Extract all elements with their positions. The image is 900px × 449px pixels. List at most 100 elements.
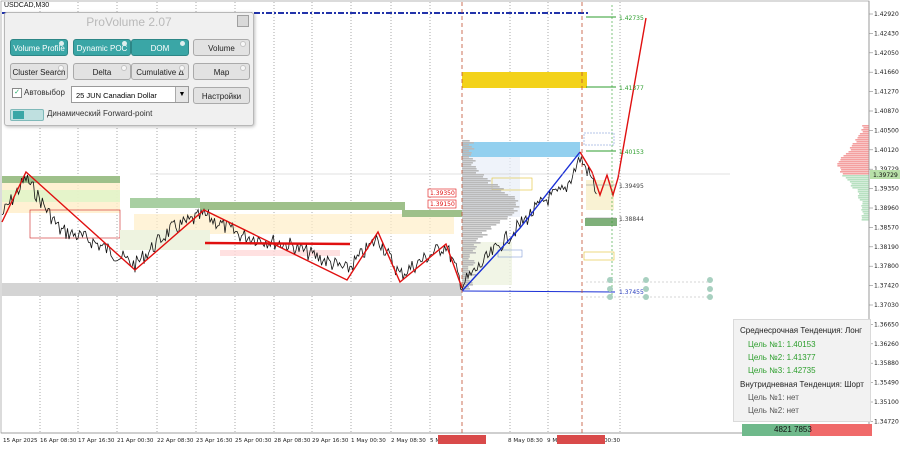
forward-point-dot bbox=[707, 277, 713, 283]
toggle-dot-icon bbox=[58, 65, 64, 71]
toggle-dot-icon bbox=[180, 41, 185, 46]
price-tick-label: 1.41270 bbox=[874, 89, 899, 96]
level-label-5: 1.38844 bbox=[619, 216, 644, 223]
price-tick-label: 1.40120 bbox=[874, 147, 899, 154]
mid-target-3: Цель №3: 1.42735 bbox=[748, 366, 816, 375]
forward-point-dot bbox=[707, 286, 713, 292]
time-axis: 15 Apr 2025 16 Apr 08:30 17 Apr 16:30 21 Ap… bbox=[3, 438, 621, 444]
symbol-label: USDCAD,M30 bbox=[4, 2, 50, 9]
toggle-dot-icon bbox=[240, 41, 246, 47]
time-tick-label: 25 Apr 00:30 bbox=[235, 438, 272, 444]
time-tick-label: 22 Apr 08:30 bbox=[157, 438, 194, 444]
mid-label-1: 1.39350 bbox=[430, 190, 455, 197]
time-tick-label: 16 Apr 08:30 bbox=[40, 438, 77, 444]
auto-select-checkbox[interactable]: ✓ Автовыбор bbox=[12, 88, 65, 98]
price-tick-label: 1.37800 bbox=[874, 263, 899, 270]
forward-point-dot bbox=[643, 277, 649, 283]
price-tick-label: 1.42430 bbox=[874, 30, 899, 37]
forward-point-dot bbox=[643, 286, 649, 292]
forward-point-label: Динамический Forward-point bbox=[47, 109, 153, 118]
volume-balance-bar: 4821 7853 bbox=[742, 424, 872, 436]
price-tick-label: 1.35490 bbox=[874, 380, 899, 387]
intra-target-2: Цель №2: нет bbox=[748, 406, 799, 415]
price-tick-label: 1.40870 bbox=[874, 108, 899, 115]
level-label-6: 1.37455 bbox=[619, 289, 644, 296]
time-tick-label: 29 Apr 16:30 bbox=[312, 438, 349, 444]
cluster-search-button[interactable]: Cluster Search bbox=[10, 63, 68, 80]
forward-point-dot bbox=[607, 294, 613, 300]
mid-target-1: Цель №1: 1.40153 bbox=[748, 340, 816, 349]
forward-point-toggle[interactable] bbox=[10, 109, 44, 121]
mid-label-2: 1.39150 bbox=[430, 201, 455, 208]
price-tick-label: 1.39350 bbox=[874, 186, 899, 193]
time-tick-label: 2 May 08:30 bbox=[391, 438, 426, 444]
toggle-dot-icon bbox=[179, 65, 185, 71]
time-tick-label: 9 M bbox=[547, 438, 557, 444]
price-tick-label: 1.34720 bbox=[874, 418, 899, 425]
dynamic-poc-button[interactable]: Dynamic POC bbox=[73, 39, 131, 56]
price-tick-label: 1.38190 bbox=[874, 244, 899, 251]
price-tick-label: 1.36650 bbox=[874, 321, 899, 328]
dom-button[interactable]: DOM bbox=[131, 39, 189, 56]
price-tick-label: 1.42920 bbox=[874, 11, 899, 18]
volume-button[interactable]: Volume bbox=[193, 39, 250, 56]
forward-point-dot bbox=[643, 294, 649, 300]
mid-trend-title: Среднесрочная Тенденция: Лонг bbox=[740, 326, 863, 335]
toggle-dot-icon bbox=[59, 41, 64, 46]
volume-balance-text: 4821 7853 bbox=[774, 425, 812, 434]
price-tick-label: 1.38960 bbox=[874, 205, 899, 212]
settings-label: Настройки bbox=[201, 92, 242, 101]
price-tick-label: 1.42050 bbox=[874, 50, 899, 57]
price-tick-label: 1.41660 bbox=[874, 69, 899, 76]
delta-button[interactable]: Delta bbox=[73, 63, 131, 80]
forward-point-dot bbox=[707, 294, 713, 300]
intra-target-1: Цель №1: нет bbox=[748, 393, 799, 402]
settings-button[interactable]: Настройки bbox=[193, 87, 250, 104]
volume-profile-label: Volume Profile bbox=[13, 44, 65, 53]
instrument-value: 25 JUN Canadian Dollar bbox=[76, 91, 157, 100]
cumulative-delta-label: Cumulative Δ bbox=[136, 68, 184, 77]
panel-close-button[interactable] bbox=[237, 15, 249, 27]
price-tick-label: 1.37420 bbox=[874, 283, 899, 290]
price-tick-label: 1.37030 bbox=[874, 302, 899, 309]
time-tick-label: 17 Apr 16:30 bbox=[78, 438, 115, 444]
delta-label: Delta bbox=[92, 68, 112, 77]
dynamic-poc-label: Dynamic POC bbox=[76, 44, 128, 53]
map-button[interactable]: Map bbox=[193, 63, 250, 80]
trend-info-box: Среднесрочная Тенденция: Лонг Цель №1: 1… bbox=[733, 319, 871, 422]
time-tick-label: 1 May 00:30 bbox=[351, 438, 386, 444]
toggle-dot-icon bbox=[240, 65, 246, 71]
intra-trend-title: Внутридневная Тенденция: Шорт bbox=[740, 380, 864, 389]
time-tick-label: 00:30 bbox=[604, 438, 621, 444]
level-label-3: 1.40153 bbox=[619, 149, 644, 156]
price-tick-label: 1.38570 bbox=[874, 224, 899, 231]
mid-target-2: Цель №2: 1.41377 bbox=[748, 353, 816, 362]
time-tick-label: 8 May 08:30 bbox=[508, 438, 543, 444]
forward-point-dot bbox=[607, 277, 613, 283]
volume-profile-button[interactable]: Volume Profile bbox=[10, 39, 68, 56]
chevron-down-icon: ▼ bbox=[175, 87, 188, 102]
time-tick-label: 21 Apr 00:30 bbox=[117, 438, 154, 444]
volume-label: Volume bbox=[208, 44, 235, 53]
poc-line bbox=[204, 241, 351, 246]
auto-select-label: Автовыбор bbox=[24, 88, 65, 98]
time-marker-2 bbox=[557, 435, 605, 444]
current-price-label: 1.39729 bbox=[873, 172, 898, 179]
panel-title: ProVolume 2.07 bbox=[86, 15, 172, 29]
level-label-1: 1.42735 bbox=[619, 15, 644, 22]
level-label-2: 1.41377 bbox=[619, 85, 644, 92]
time-tick-label: 23 Apr 16:30 bbox=[196, 438, 233, 444]
time-tick-label: 15 Apr 2025 bbox=[3, 438, 38, 444]
dom-label: DOM bbox=[150, 44, 170, 53]
instrument-select[interactable]: 25 JUN Canadian Dollar ▼ bbox=[71, 86, 189, 103]
forward-point-dot bbox=[607, 286, 613, 292]
price-axis: 1.42920 1.42430 1.42050 1.41660 1.41270 1.408… bbox=[869, 11, 899, 425]
map-label: Map bbox=[213, 68, 230, 77]
cumulative-delta-button[interactable]: Cumulative Δ bbox=[131, 63, 189, 80]
toggle-dot-icon bbox=[122, 41, 127, 46]
price-tick-label: 1.36260 bbox=[874, 341, 899, 348]
time-marker-1 bbox=[438, 435, 486, 444]
toggle-dot-icon bbox=[121, 65, 127, 71]
provolume-panel[interactable]: ProVolume 2.07 Volume Profile Dynamic PO… bbox=[4, 12, 254, 126]
time-tick-label: 28 Apr 08:30 bbox=[274, 438, 311, 444]
